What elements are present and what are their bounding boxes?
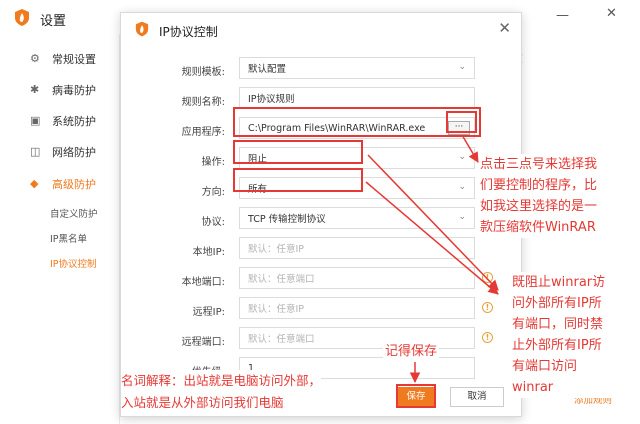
browse-button[interactable]: ··· bbox=[448, 121, 470, 135]
app-label: 应用程序: bbox=[181, 127, 225, 138]
warning-icon: ! bbox=[482, 302, 493, 313]
action-label: 操作: bbox=[201, 157, 225, 168]
rule-name-value: IP协议规则 bbox=[248, 94, 295, 105]
action-select[interactable]: 阻止 ⌄ bbox=[239, 147, 475, 169]
dialog-close-button[interactable]: ✕ bbox=[498, 19, 511, 37]
subitem-custom-protection[interactable]: 自定义防护 bbox=[50, 206, 98, 220]
annotation-line: winrar bbox=[512, 380, 554, 395]
annotation-line: 款压缩软件WinRAR bbox=[480, 220, 596, 235]
template-value: 默认配置 bbox=[248, 64, 287, 75]
remote-port-placeholder: 默认：任意端口 bbox=[248, 334, 315, 345]
annotation-line: 点击三点号来选择我 bbox=[480, 157, 598, 172]
sidebar-item-label: 常规设置 bbox=[52, 53, 96, 66]
annotation-line: 有端口，同时禁 bbox=[512, 317, 604, 332]
sidebar-item-network[interactable]: ◫ 网络防护 bbox=[30, 142, 120, 162]
diamond-icon: ◆ bbox=[30, 177, 39, 190]
app-title: 设置 bbox=[40, 14, 67, 29]
close-window-button[interactable]: ✕ bbox=[606, 6, 617, 21]
direction-label: 方向: bbox=[201, 187, 225, 198]
cancel-button[interactable]: 取消 bbox=[450, 387, 504, 407]
browse-annotation: 点击三点号来选择我 们要控制的程序，比 如我这里选择的是一 款压缩软件WinRA… bbox=[480, 154, 636, 238]
local-port-label: 本地端口: bbox=[181, 277, 225, 288]
save-annotation: 记得保存 bbox=[383, 340, 440, 359]
remote-ip-input[interactable]: 默认：任意IP bbox=[239, 297, 475, 319]
block-annotation: 既阻止winrar访 问外部所有IP所 有端口，同时禁 止外部所有IP所 有端口… bbox=[512, 272, 636, 398]
save-button[interactable]: 保存 bbox=[396, 387, 436, 407]
settings-window: 设置 — ✕ ⚙ 常规设置 ✱ 病毒防护 ▣ 系统防护 ◫ 网络防护 ◆ 高级防… bbox=[0, 0, 640, 424]
remote-ip-label: 远程IP: bbox=[192, 307, 225, 318]
sidebar-item-label: 系统防护 bbox=[52, 115, 96, 128]
sidebar-item-label: 病毒防护 bbox=[52, 84, 96, 97]
template-select[interactable]: 默认配置 ⌄ bbox=[239, 57, 475, 79]
minimize-button[interactable]: — bbox=[556, 8, 569, 23]
sidebar-item-advanced[interactable]: ◆ 高级防护 bbox=[30, 174, 120, 194]
annotation-line: 问外部所有IP所 bbox=[512, 296, 602, 311]
remote-ip-placeholder: 默认：任意IP bbox=[248, 304, 305, 315]
annotation-line: 们要控制的程序，比 bbox=[480, 178, 598, 193]
shield-flame-logo-icon bbox=[15, 9, 29, 26]
terminology-note: 名词解释：出站就是电脑访问外部， 入站就是从外部访问我们电脑 bbox=[121, 370, 322, 414]
sidebar-item-label: 高级防护 bbox=[52, 178, 96, 191]
system-icon: ▣ bbox=[30, 114, 41, 127]
local-port-placeholder: 默认：任意端口 bbox=[248, 274, 315, 285]
remote-port-input[interactable]: 默认：任意端口 bbox=[239, 327, 475, 349]
warning-icon: ! bbox=[482, 332, 493, 343]
remote-port-label: 远程端口: bbox=[181, 337, 225, 348]
sidebar-item-general[interactable]: ⚙ 常规设置 bbox=[30, 49, 120, 69]
annotation-line: 有端口访问 bbox=[512, 359, 578, 374]
protocol-value: TCP 传输控制协议 bbox=[248, 214, 326, 225]
local-ip-label: 本地IP: bbox=[192, 247, 225, 258]
direction-value: 所有 bbox=[248, 184, 268, 195]
sidebar-item-system[interactable]: ▣ 系统防护 bbox=[30, 111, 120, 131]
warning-icon: ! bbox=[482, 272, 493, 283]
direction-select[interactable]: 所有 ⌄ bbox=[239, 177, 475, 199]
note-line: 名词解释：出站就是电脑访问外部， bbox=[121, 373, 322, 388]
app-path-input[interactable]: C:\Program Files\WinRAR\WinRAR.exe ··· bbox=[239, 117, 475, 139]
annotation-line: 止外部所有IP所 bbox=[512, 338, 602, 353]
gear-icon: ⚙ bbox=[30, 52, 40, 65]
annotation-line: 如我这里选择的是一 bbox=[480, 199, 598, 214]
rule-name-input[interactable]: IP协议规则 bbox=[239, 87, 475, 109]
ip-protocol-dialog: IP协议控制 ✕ 规则模板: 默认配置 ⌄ 规则名称: IP协议规则 应用程序:… bbox=[120, 12, 522, 417]
app-path-value: C:\Program Files\WinRAR\WinRAR.exe bbox=[248, 122, 426, 134]
chevron-down-icon: ⌄ bbox=[458, 62, 466, 72]
action-value: 阻止 bbox=[248, 154, 268, 165]
note-line: 入站就是从外部访问我们电脑 bbox=[121, 395, 284, 410]
subitem-ip-blacklist[interactable]: IP黑名单 bbox=[50, 231, 87, 245]
shield-flame-logo-icon bbox=[135, 21, 149, 37]
protocol-label: 协议: bbox=[201, 217, 225, 228]
subitem-ip-protocol-control[interactable]: IP协议控制 bbox=[50, 256, 97, 270]
network-icon: ◫ bbox=[30, 145, 41, 158]
local-ip-placeholder: 默认：任意IP bbox=[248, 244, 305, 255]
sidebar-item-virus[interactable]: ✱ 病毒防护 bbox=[30, 80, 120, 100]
sidebar: ⚙ 常规设置 ✱ 病毒防护 ▣ 系统防护 ◫ 网络防护 ◆ 高级防护 自定义防护… bbox=[0, 34, 120, 424]
bug-icon: ✱ bbox=[30, 83, 40, 96]
local-port-input[interactable]: 默认：任意端口 bbox=[239, 267, 475, 289]
protocol-select[interactable]: TCP 传输控制协议 ⌄ bbox=[239, 207, 475, 229]
annotation-line: 既阻止winrar访 bbox=[512, 275, 606, 290]
local-ip-input[interactable]: 默认：任意IP bbox=[239, 237, 475, 259]
chevron-down-icon: ⌄ bbox=[458, 182, 466, 192]
name-label: 规则名称: bbox=[181, 97, 225, 108]
sidebar-item-label: 网络防护 bbox=[52, 146, 96, 159]
template-label: 规则模板: bbox=[181, 67, 225, 78]
dialog-title: IP协议控制 bbox=[159, 25, 218, 39]
chevron-down-icon: ⌄ bbox=[458, 152, 466, 162]
chevron-down-icon: ⌄ bbox=[458, 212, 466, 222]
